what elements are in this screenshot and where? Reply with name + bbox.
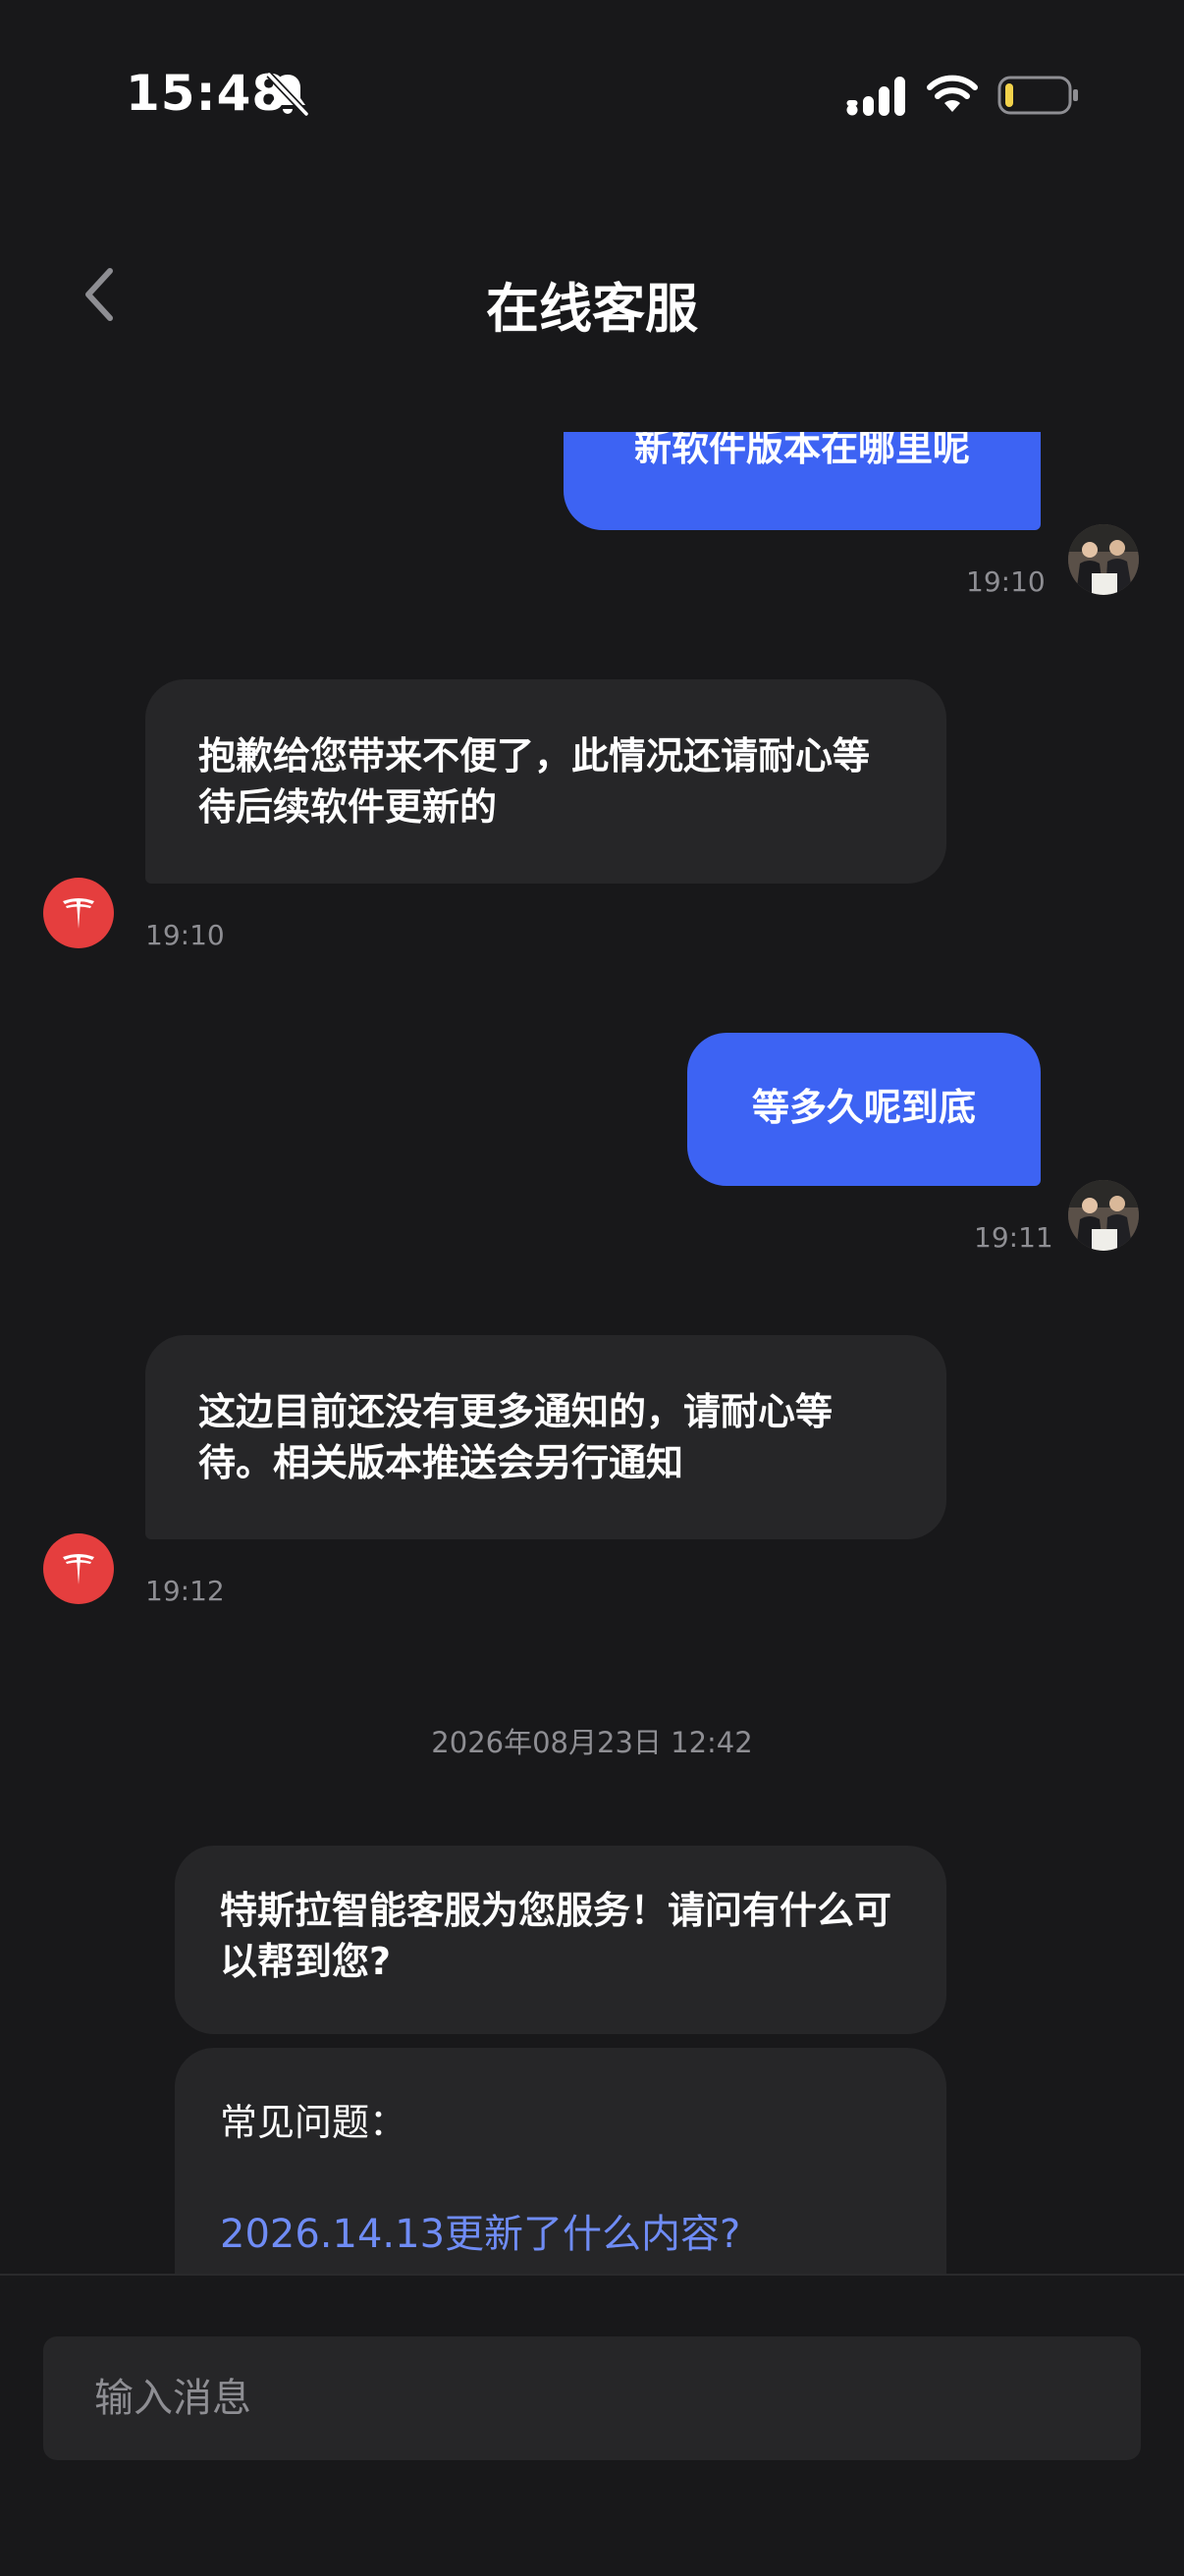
tesla-avatar [43, 1533, 114, 1604]
user-avatar-photo [1068, 1180, 1139, 1251]
wifi-icon [927, 75, 978, 112]
status-bar: 15:48 [0, 0, 1184, 196]
bot-greeting-bubble[interactable]: 特斯拉智能客服为您服务！请问有什么可以帮到您? [175, 1846, 946, 2034]
bell-slash-icon [266, 72, 309, 117]
battery-icon [997, 76, 1078, 115]
page-title: 在线客服 [486, 278, 698, 340]
message-timestamp: 19:11 [974, 1221, 1053, 1254]
faq-item-link[interactable]: 2026.14.13更新了什么内容? [220, 2209, 901, 2260]
agent-message-text: 这边目前还没有更多通知的，请耐心等待。相关版本推送会另行通知 [198, 1390, 834, 1484]
message-timestamp: 19:10 [966, 565, 1046, 598]
user-message-text: 新软件版本在哪里呢 [633, 432, 970, 469]
status-time: 15:48 [126, 65, 288, 122]
user-message-bubble[interactable]: 新软件版本在哪里呢 [564, 432, 1041, 530]
header: 在线客服 [0, 226, 1184, 363]
message-timestamp: 19:10 [145, 919, 225, 951]
user-avatar [1068, 1180, 1139, 1251]
message-timestamp: 19:12 [145, 1575, 225, 1607]
agent-message-text: 抱歉给您带来不便了，此情况还请耐心等待后续软件更新的 [198, 734, 871, 829]
user-avatar-photo [1068, 524, 1139, 595]
faq-card: 常见问题： 2026.14.13更新了什么内容? [175, 2048, 946, 2274]
tesla-logo-icon [63, 898, 94, 929]
user-message-text: 等多久呢到底 [751, 1086, 976, 1129]
date-divider: 2026年08月23日 12:42 [431, 1726, 753, 1759]
agent-message-bubble[interactable]: 抱歉给您带来不便了，此情况还请耐心等待后续软件更新的 [145, 679, 946, 884]
tesla-logo-icon [63, 1554, 94, 1584]
input-bar [0, 2274, 1184, 2576]
cellular-signal-icon [846, 77, 905, 116]
message-input[interactable] [43, 2336, 1141, 2460]
bot-greeting-text: 特斯拉智能客服为您服务！请问有什么可以帮到您? [220, 1889, 892, 1983]
faq-title: 常见问题： [220, 2101, 407, 2144]
user-avatar [1068, 524, 1139, 595]
user-message-bubble[interactable]: 等多久呢到底 [687, 1033, 1041, 1186]
agent-message-bubble[interactable]: 这边目前还没有更多通知的，请耐心等待。相关版本推送会另行通知 [145, 1335, 946, 1539]
tesla-avatar [43, 878, 114, 948]
chat-message-list[interactable]: 新软件版本在哪里呢 19:10 抱歉给您带来不便了，此情况还请耐心等待后续软件更… [0, 432, 1184, 2274]
